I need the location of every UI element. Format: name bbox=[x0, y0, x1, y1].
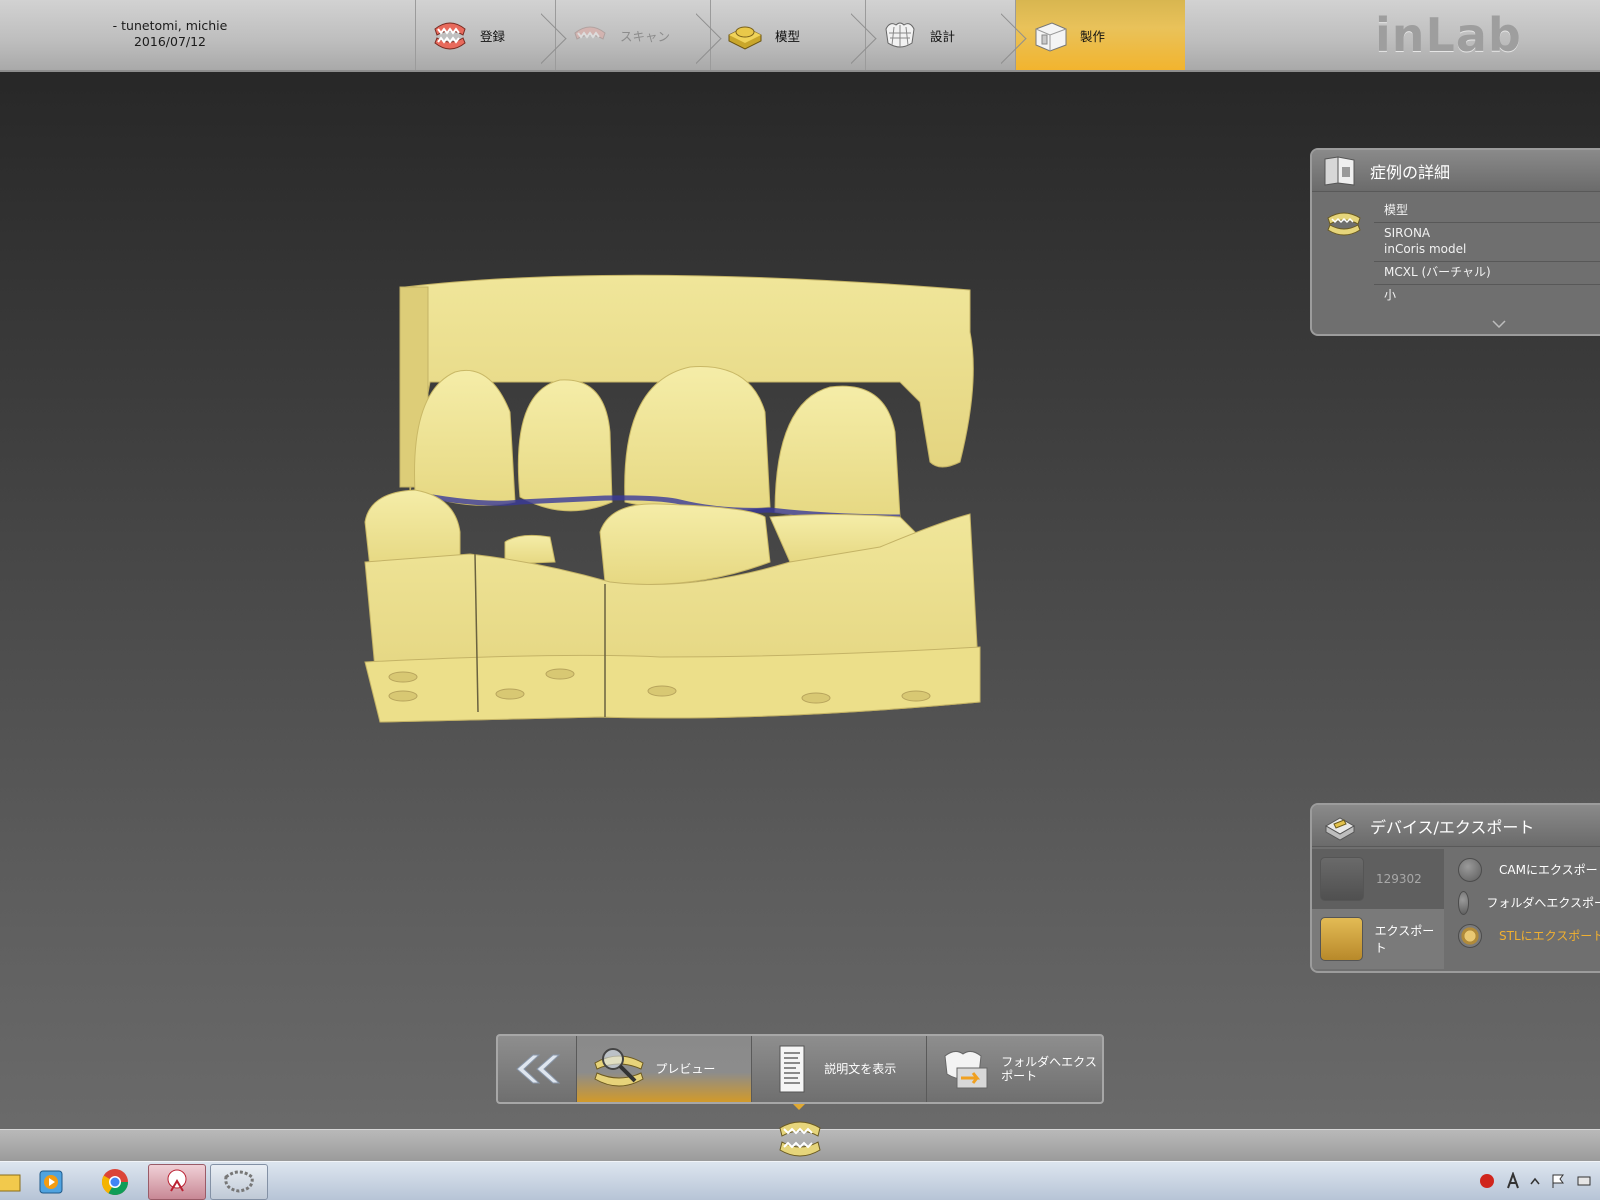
device-export-header[interactable]: デバイス/エクスポート bbox=[1312, 805, 1600, 847]
export-to-folder-label: フォルダへエクスポート bbox=[1001, 1055, 1097, 1083]
lower-tooth bbox=[599, 503, 771, 585]
dental-model-icon bbox=[1327, 212, 1361, 236]
show-description-label: 説明文を表示 bbox=[824, 1062, 897, 1076]
jaw-open-icon bbox=[434, 22, 466, 50]
detail-category: 模型 bbox=[1374, 200, 1600, 223]
media-player-icon bbox=[39, 1170, 63, 1194]
step-separator bbox=[541, 0, 569, 70]
flag-icon[interactable] bbox=[1550, 1173, 1566, 1189]
chevron-down-icon[interactable] bbox=[1492, 320, 1506, 328]
case-date: 2016/07/12 bbox=[133, 34, 207, 49]
current-model-icon[interactable] bbox=[776, 1110, 824, 1166]
export-options: CAMにエクスポート フォルダへエクスポート STLにエクスポート bbox=[1458, 853, 1600, 952]
radio-button[interactable] bbox=[1458, 890, 1470, 915]
taskbar-chrome[interactable] bbox=[86, 1164, 144, 1200]
option-label: フォルダへエクスポート bbox=[1486, 896, 1600, 910]
app-logo: inLab bbox=[1375, 8, 1522, 62]
model-base-icon bbox=[728, 26, 762, 50]
detail-size: 小 bbox=[1384, 288, 1397, 302]
export-model-icon bbox=[1320, 917, 1363, 961]
detail-material: inCoris model bbox=[1374, 241, 1600, 262]
system-tray bbox=[1478, 1172, 1592, 1190]
workflow-steps: 登録 スキャン 模型 設計 製作 bbox=[415, 0, 1185, 70]
patient-info: - tunetomi, michie 2016/07/12 bbox=[0, 18, 340, 50]
export-to-folder-button[interactable]: フォルダへエクスポート bbox=[927, 1036, 1102, 1102]
step-label: スキャン bbox=[620, 28, 671, 44]
case-details-panel: 症例の詳細 模型 SIRONA inCoris model MCXL (バーチャ… bbox=[1310, 148, 1600, 336]
taskbar-dental-tool[interactable] bbox=[148, 1164, 206, 1200]
case-book-icon bbox=[1324, 155, 1355, 186]
ime-icon[interactable] bbox=[1506, 1172, 1520, 1190]
workflow-header: - tunetomi, michie 2016/07/12 登録 スキャン 模型… bbox=[0, 0, 1600, 72]
dental-tool-icon bbox=[167, 1169, 187, 1192]
milling-unit-icon bbox=[1035, 22, 1067, 52]
device-129302[interactable]: 129302 bbox=[1312, 849, 1444, 909]
device-export-panel: デバイス/エクスポート 129302 エクスポート CAMにエクスポート フォル… bbox=[1310, 803, 1600, 973]
network-icon[interactable] bbox=[1576, 1173, 1592, 1189]
device-export[interactable]: エクスポート bbox=[1312, 909, 1444, 969]
upper-tooth bbox=[414, 369, 516, 506]
step-scan[interactable]: スキャン bbox=[555, 0, 710, 70]
device-export-title: デバイス/エクスポート bbox=[1370, 817, 1535, 837]
explorer-icon bbox=[0, 1174, 21, 1192]
step-separator bbox=[851, 0, 879, 70]
option-label: STLにエクスポート bbox=[1499, 929, 1600, 943]
taskbar-dental-arch[interactable] bbox=[210, 1164, 268, 1200]
device-list: 129302 エクスポート bbox=[1312, 849, 1444, 971]
dental-arch-icon bbox=[224, 1170, 254, 1193]
step-label: 設計 bbox=[930, 28, 956, 44]
option-export-folder[interactable]: フォルダへエクスポート bbox=[1458, 886, 1600, 919]
preview-label: プレビュー bbox=[655, 1062, 716, 1076]
chevron-up-icon[interactable] bbox=[1530, 1177, 1540, 1185]
radio-button-selected[interactable] bbox=[1458, 923, 1482, 948]
step-separator bbox=[696, 0, 724, 70]
device-export-icon bbox=[1324, 816, 1356, 841]
taskbar-media-player[interactable] bbox=[22, 1164, 80, 1200]
step-model[interactable]: 模型 bbox=[710, 0, 865, 70]
step-label: 登録 bbox=[480, 28, 506, 44]
device-label: 129302 bbox=[1376, 872, 1422, 886]
action-toolbar: プレビュー 説明文を表示 フォルダへエクスポート bbox=[496, 1034, 1104, 1104]
option-export-cam[interactable]: CAMにエクスポート bbox=[1458, 853, 1600, 886]
radio-button[interactable] bbox=[1458, 857, 1482, 882]
folder-export-icon bbox=[944, 1050, 988, 1089]
dental-model-3d-view[interactable] bbox=[360, 262, 1010, 742]
document-icon bbox=[779, 1045, 805, 1093]
detail-machine: MCXL (バーチャル) bbox=[1374, 262, 1600, 285]
back-button[interactable] bbox=[498, 1036, 578, 1102]
case-details-list: 模型 SIRONA inCoris model MCXL (バーチャル) 小 bbox=[1374, 200, 1600, 307]
chrome-icon bbox=[101, 1169, 129, 1196]
windows-taskbar bbox=[0, 1161, 1600, 1200]
detail-manufacturer: SIRONA bbox=[1384, 226, 1431, 240]
step-registration[interactable]: 登録 bbox=[415, 0, 555, 70]
step-label: 模型 bbox=[775, 28, 801, 44]
crown-design-icon bbox=[885, 22, 915, 48]
step-separator bbox=[1001, 0, 1029, 70]
preview-button[interactable]: プレビュー bbox=[577, 1036, 753, 1102]
step-label: 製作 bbox=[1080, 28, 1106, 44]
scan-jaw-icon bbox=[574, 26, 606, 40]
milling-machine-icon bbox=[1320, 857, 1364, 901]
upper-tooth bbox=[624, 366, 771, 512]
upper-tooth bbox=[517, 379, 613, 512]
upper-tooth bbox=[774, 385, 901, 520]
patient-name: - tunetomi, michie bbox=[112, 18, 228, 33]
status-strip bbox=[0, 1121, 1600, 1161]
option-label: CAMにエクスポート bbox=[1499, 863, 1600, 877]
show-description-button[interactable]: 説明文を表示 bbox=[752, 1036, 928, 1102]
step-design[interactable]: 設計 bbox=[865, 0, 1015, 70]
device-label: エクスポート bbox=[1374, 924, 1435, 955]
case-details-title: 症例の詳細 bbox=[1370, 162, 1451, 182]
case-details-header[interactable]: 症例の詳細 bbox=[1312, 150, 1600, 192]
record-icon[interactable] bbox=[1478, 1172, 1496, 1190]
preview-magnifier-icon bbox=[594, 1048, 645, 1087]
option-export-stl[interactable]: STLにエクスポート bbox=[1458, 919, 1600, 952]
double-chevron-left-icon bbox=[516, 1054, 561, 1084]
step-manufacture[interactable]: 製作 bbox=[1015, 0, 1185, 70]
